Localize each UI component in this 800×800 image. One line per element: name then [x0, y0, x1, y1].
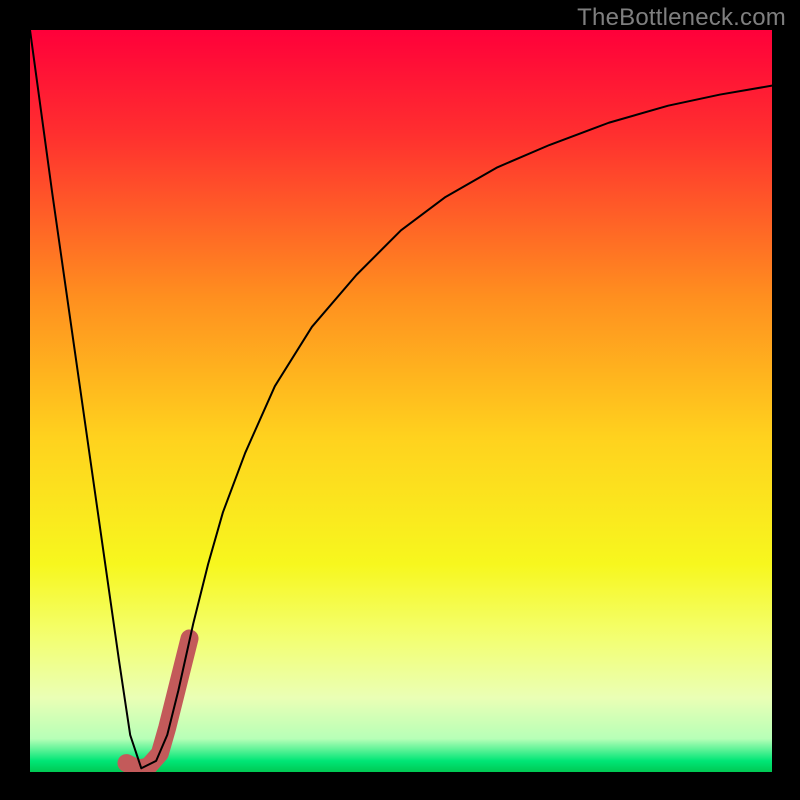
chart-frame: TheBottleneck.com [0, 0, 800, 800]
watermark-text: TheBottleneck.com [577, 4, 786, 32]
chart-plot [30, 30, 772, 772]
gradient-background [30, 30, 772, 772]
